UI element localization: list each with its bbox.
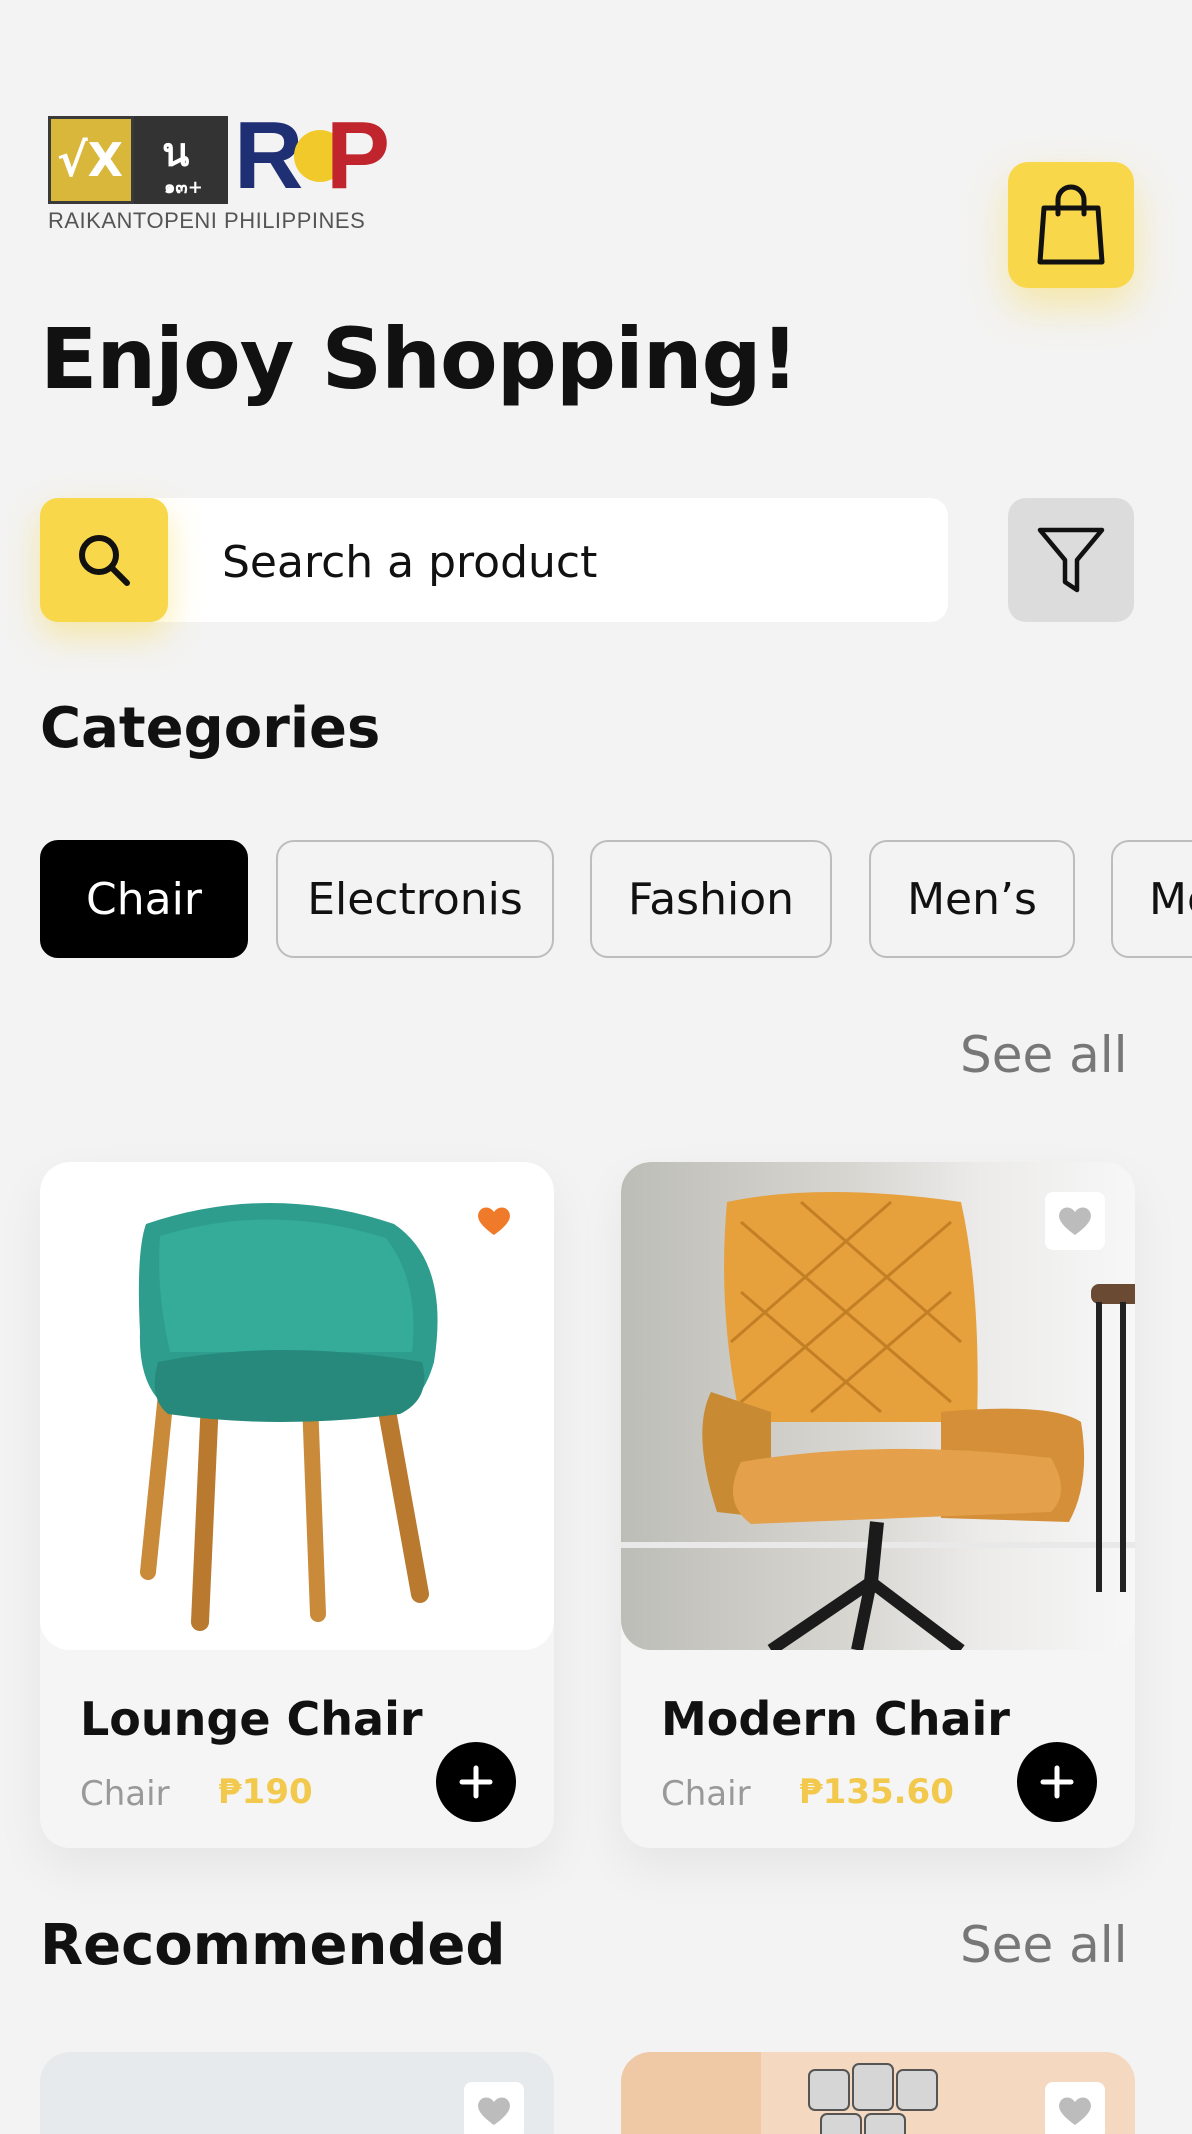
category-chips: Chair Electronis Fashion Men’s Me bbox=[40, 840, 1192, 958]
recommended-see-all-link[interactable]: See all bbox=[960, 1916, 1128, 1974]
page-title: Enjoy Shopping! bbox=[40, 310, 799, 408]
filter-icon bbox=[1037, 527, 1105, 593]
favorite-button[interactable] bbox=[464, 2082, 524, 2134]
product-price: ₱190 bbox=[218, 1772, 313, 1812]
logo-rp-mark: R P bbox=[234, 102, 391, 209]
heart-icon bbox=[1059, 1207, 1091, 1235]
heart-icon bbox=[478, 2097, 510, 2125]
add-to-cart-button[interactable] bbox=[436, 1742, 516, 1822]
product-card[interactable]: Modern Chair Chair ₱135.60 bbox=[621, 1162, 1135, 1848]
chip-mens[interactable]: Men’s bbox=[869, 840, 1075, 958]
recommended-heading: Recommended bbox=[40, 1913, 506, 1978]
home-screen: √X น ๑๓+ R P RAIKANTOPENI PHILIPPINES En… bbox=[0, 0, 1192, 2134]
logo-tile-check: √X bbox=[48, 116, 134, 204]
heart-icon bbox=[478, 1207, 510, 1235]
plus-icon bbox=[459, 1765, 493, 1799]
product-image bbox=[40, 1162, 554, 1650]
product-category: Chair bbox=[80, 1774, 170, 1814]
logo-tile-thai: น ๑๓+ bbox=[134, 116, 228, 204]
product-card[interactable]: Lounge Chair Chair ₱190 bbox=[40, 1162, 554, 1848]
add-to-cart-button[interactable] bbox=[1017, 1742, 1097, 1822]
favorite-button[interactable] bbox=[1045, 1192, 1105, 1250]
recommended-card[interactable] bbox=[621, 2052, 1135, 2134]
favorite-button[interactable] bbox=[464, 1192, 524, 1250]
chip-chair[interactable]: Chair bbox=[40, 840, 248, 958]
chip-more[interactable]: Me bbox=[1111, 840, 1192, 958]
product-price: ₱135.60 bbox=[799, 1772, 954, 1812]
heart-icon bbox=[1059, 2097, 1091, 2125]
categories-heading: Categories bbox=[40, 696, 381, 761]
product-image bbox=[621, 1162, 1135, 1650]
plus-icon bbox=[1040, 1765, 1074, 1799]
filter-button[interactable] bbox=[1008, 498, 1134, 622]
product-name: Modern Chair bbox=[661, 1692, 1010, 1746]
shopping-bag-icon bbox=[1037, 184, 1105, 265]
chip-fashion[interactable]: Fashion bbox=[590, 840, 832, 958]
chip-electronics[interactable]: Electronis bbox=[276, 840, 554, 958]
product-name: Lounge Chair bbox=[80, 1692, 423, 1746]
search-button[interactable] bbox=[40, 498, 168, 622]
brand-logo: √X น ๑๓+ R P RAIKANTOPENI PHILIPPINES bbox=[48, 106, 408, 242]
recommended-card[interactable] bbox=[40, 2052, 554, 2134]
categories-see-all-link[interactable]: See all bbox=[960, 1026, 1128, 1084]
cart-button[interactable] bbox=[1008, 162, 1134, 288]
search-input[interactable] bbox=[222, 530, 922, 594]
favorite-button[interactable] bbox=[1045, 2082, 1105, 2134]
search-icon bbox=[79, 535, 130, 586]
logo-caption: RAIKANTOPENI PHILIPPINES bbox=[48, 208, 366, 233]
product-category: Chair bbox=[661, 1774, 751, 1814]
